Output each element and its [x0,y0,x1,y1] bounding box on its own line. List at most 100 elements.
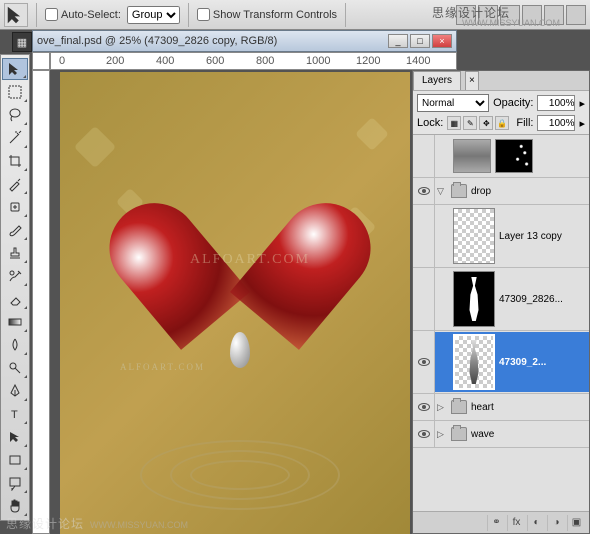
fill-input[interactable] [537,115,575,131]
adjustment-layer-icon[interactable]: ◑ [547,515,565,531]
marquee-tool[interactable] [2,81,28,103]
tools-palette: T [0,54,30,521]
mask-thumbnail[interactable] [495,139,533,173]
document-title: ove_final.psd @ 25% (47309_2826 copy, RG… [37,35,388,47]
folder-icon [451,427,467,441]
layer-row[interactable]: 47309_2826... [413,268,589,331]
divider [188,3,189,27]
visibility-toggle[interactable] [413,178,435,204]
canvas-viewport[interactable]: ALFOART.COM ALFOART.COM [50,70,439,534]
history-brush-tool[interactable] [2,265,28,287]
fill-flyout-icon[interactable]: ▸ [579,117,585,130]
divider [345,3,346,27]
layer-group-heart[interactable]: ▷ heart [413,394,589,421]
blur-tool[interactable] [2,334,28,356]
layer-row[interactable]: Layer 13 copy [413,205,589,268]
document-titlebar[interactable]: ove_final.psd @ 25% (47309_2826 copy, RG… [32,30,457,52]
path-select-tool[interactable] [2,426,28,448]
layer-name[interactable]: drop [471,186,491,197]
crop-tool[interactable] [2,150,28,172]
visibility-toggle[interactable] [413,135,435,177]
expand-arrow-icon[interactable]: ▷ [437,402,447,413]
auto-select-label: Auto-Select: [61,9,121,21]
move-tool-preset-icon[interactable] [4,3,28,27]
dodge-tool[interactable] [2,357,28,379]
blend-mode-dropdown[interactable]: Normal [417,94,489,112]
eye-icon [418,403,430,411]
stamp-tool[interactable] [2,242,28,264]
layer-name[interactable]: Layer 13 copy [499,231,562,242]
layers-tab[interactable]: Layers [413,71,461,90]
layer-name[interactable]: 47309_2826... [499,294,563,305]
close-tab-icon[interactable]: × [465,71,479,90]
watermark-url: WWW.MISSYUAN.COM [462,18,560,28]
canvas-watermark-small: ALFOART.COM [120,362,205,372]
layer-thumbnail[interactable] [453,271,495,327]
ruler-origin[interactable] [32,52,50,70]
minimize-button[interactable]: _ [388,34,408,48]
water-ripple [110,440,370,520]
auto-select-checkbox[interactable]: Auto-Select: [45,8,121,21]
brush-tool[interactable] [2,219,28,241]
layer-mask-icon[interactable]: ◐ [527,515,545,531]
canvas[interactable]: ALFOART.COM ALFOART.COM [60,72,410,534]
layer-thumbnail[interactable] [453,139,491,173]
new-group-icon[interactable]: ▣ [567,515,585,531]
fill-label: Fill: [516,117,533,129]
align-right-icon[interactable] [566,5,586,25]
type-tool[interactable]: T [2,403,28,425]
layer-row[interactable] [413,135,589,178]
lock-all-icon[interactable]: 🔒 [495,116,509,130]
notes-tool[interactable] [2,472,28,494]
divider [36,3,37,27]
lock-label: Lock: [417,117,443,129]
visibility-toggle[interactable] [413,331,435,393]
layer-name[interactable]: heart [471,402,494,413]
rectangle-tool[interactable] [2,449,28,471]
healing-tool[interactable] [2,196,28,218]
canvas-watermark: ALFOART.COM [190,252,310,268]
opacity-input[interactable] [537,95,575,111]
layer-thumbnail[interactable] [453,334,495,390]
wand-tool[interactable] [2,127,28,149]
visibility-toggle[interactable] [413,394,435,420]
pen-tool[interactable] [2,380,28,402]
layers-panel: Layers × Normal Opacity: ▸ Lock: ▦ ✎ ✥ 🔒… [412,70,590,534]
eraser-tool[interactable] [2,288,28,310]
show-transform-checkbox[interactable]: Show Transform Controls [197,8,337,21]
arrange-documents-icon[interactable]: ▦ [12,32,32,52]
close-button[interactable]: × [432,34,452,48]
vertical-ruler[interactable] [32,70,50,534]
layer-name[interactable]: 47309_2... [499,357,546,368]
heart-artwork [150,152,330,312]
layers-list: ▽ drop Layer 13 copy 47309_2826... [413,135,589,511]
link-layers-icon[interactable]: ⚭ [487,515,505,531]
layer-row-selected[interactable]: 47309_2... [413,331,589,394]
layer-group-drop[interactable]: ▽ drop [413,178,589,205]
horizontal-ruler[interactable]: 0 200 400 600 800 1000 1200 1400 [50,52,457,70]
expand-arrow-icon[interactable]: ▽ [437,186,447,197]
footer-watermark: 思缘设计论坛 [6,515,84,532]
folder-icon [451,184,467,198]
lock-position-icon[interactable]: ✥ [479,116,493,130]
opacity-label: Opacity: [493,97,533,109]
expand-arrow-icon[interactable]: ▷ [437,429,447,440]
layer-style-icon[interactable]: fx [507,515,525,531]
eyedropper-tool[interactable] [2,173,28,195]
layer-group-wave[interactable]: ▷ wave [413,421,589,448]
move-tool[interactable] [2,58,28,80]
visibility-toggle[interactable] [413,205,435,267]
lock-transparency-icon[interactable]: ▦ [447,116,461,130]
layer-name[interactable]: wave [471,429,494,440]
opacity-flyout-icon[interactable]: ▸ [579,97,585,110]
auto-select-dropdown[interactable]: Group [127,6,180,24]
visibility-toggle[interactable] [413,421,435,447]
visibility-toggle[interactable] [413,268,435,330]
lock-pixels-icon[interactable]: ✎ [463,116,477,130]
footer-watermark-url: WWW.MISSYUAN.COM [90,520,188,530]
lasso-tool[interactable] [2,104,28,126]
layer-thumbnail[interactable] [453,208,495,264]
hand-tool[interactable] [2,495,28,517]
gradient-tool[interactable] [2,311,28,333]
maximize-button[interactable]: □ [410,34,430,48]
